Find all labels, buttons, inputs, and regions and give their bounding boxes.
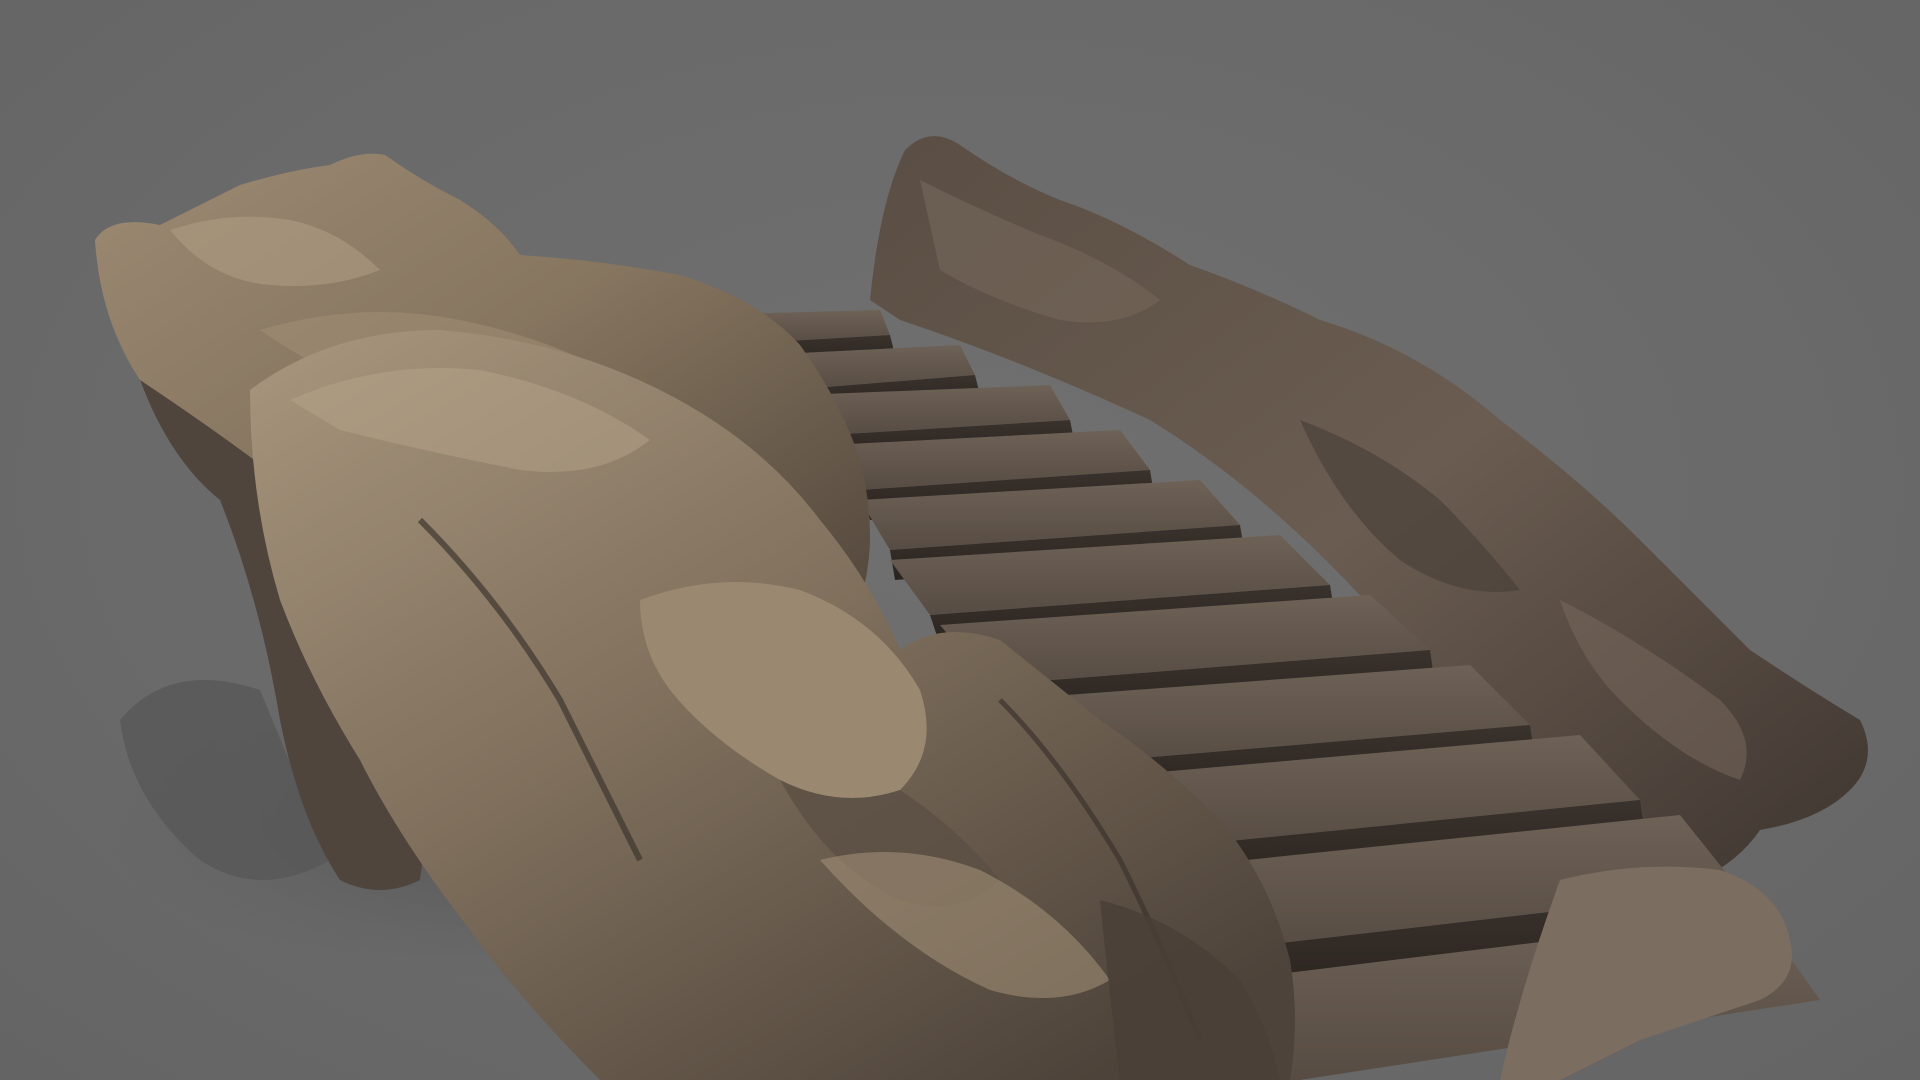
render-viewport	[0, 0, 1920, 1080]
rock-staircase-render	[95, 136, 1868, 1080]
